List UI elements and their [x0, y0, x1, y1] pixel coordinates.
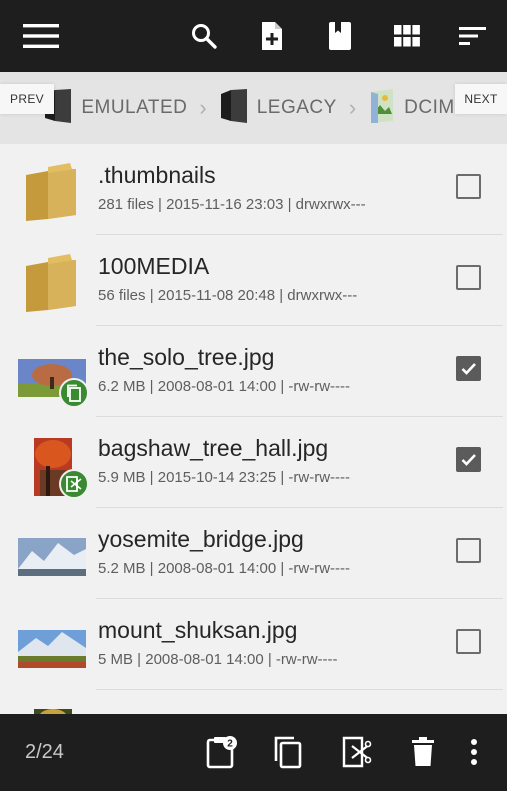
bottom-action-bar: 2/24 2 [0, 714, 507, 791]
list-item[interactable]: yosemite_bridge.jpg 5.2 MB | 2008-08-01 … [0, 508, 507, 599]
cut-icon[interactable] [333, 728, 381, 776]
search-icon[interactable] [180, 12, 228, 60]
breadcrumb-separator: › [348, 95, 357, 120]
select-checkbox[interactable] [456, 356, 481, 381]
file-list[interactable]: .thumbnails 281 files | 2015-11-16 23:03… [0, 144, 507, 714]
new-file-icon[interactable] [248, 12, 296, 60]
file-name: the_solo_tree.jpg [98, 344, 275, 370]
list-item[interactable]: bagshaw_tree_hall.jpg 5.9 MB | 2015-10-1… [0, 417, 507, 508]
folder-icon [18, 248, 88, 318]
file-details: 5.2 MB | 2008-08-01 14:00 | -rw-rw---- [98, 560, 351, 577]
select-checkbox[interactable] [456, 538, 481, 563]
file-details: 56 files | 2015-11-08 20:48 | drwxrwx--- [98, 287, 358, 304]
breadcrumb-item-dcim[interactable]: DCIM [368, 72, 455, 144]
file-name: bagshaw_tree_hall.jpg [98, 435, 329, 461]
list-item[interactable] [0, 690, 507, 714]
file-name: yosemite_bridge.jpg [98, 526, 304, 552]
list-item[interactable]: mount_shuksan.jpg 5 MB | 2008-08-01 14:0… [0, 599, 507, 690]
file-name: mount_shuksan.jpg [98, 617, 298, 643]
image-thumbnail [18, 612, 88, 682]
breadcrumb: › EMULATED › LEGACY › DCIM PREV NEXT [0, 72, 507, 144]
breadcrumb-label: LEGACY [256, 97, 337, 118]
hamburger-menu-icon[interactable] [17, 12, 65, 60]
paste-icon[interactable]: 2 [198, 728, 246, 776]
select-checkbox[interactable] [456, 174, 481, 199]
select-checkbox[interactable] [456, 265, 481, 290]
breadcrumb-separator: › [199, 95, 207, 120]
list-item[interactable]: .thumbnails 281 files | 2015-11-16 23:03… [0, 144, 507, 235]
breadcrumb-item-emulated[interactable]: EMULATED › [43, 72, 218, 144]
cut-icon [59, 469, 89, 499]
breadcrumb-label: EMULATED [81, 97, 188, 118]
sort-icon[interactable] [449, 12, 497, 60]
prev-button[interactable]: PREV [0, 84, 54, 114]
list-item[interactable]: 100MEDIA 56 files | 2015-11-08 20:48 | d… [0, 235, 507, 326]
file-name: 100MEDIA [98, 253, 210, 279]
copy-icon [59, 378, 89, 408]
paste-badge: 2 [227, 739, 233, 750]
delete-icon[interactable] [399, 728, 447, 776]
copy-icon[interactable] [264, 728, 312, 776]
breadcrumb-label: DCIM [404, 97, 455, 118]
file-details: 281 files | 2015-11-16 23:03 | drwxrwx--… [98, 196, 366, 213]
breadcrumb-item-legacy[interactable]: LEGACY › [219, 72, 368, 144]
more-options-icon[interactable] [450, 728, 498, 776]
file-details: 6.2 MB | 2008-08-01 14:00 | -rw-rw---- [98, 378, 351, 395]
folder-icon [18, 157, 88, 227]
select-checkbox[interactable] [456, 447, 481, 472]
file-details: 5 MB | 2008-08-01 14:00 | -rw-rw---- [98, 651, 338, 668]
drive-icon [219, 88, 249, 129]
selection-count: 2/24 [25, 741, 64, 763]
image-thumbnail [18, 521, 88, 591]
top-toolbar [0, 0, 507, 72]
grid-view-icon[interactable] [383, 12, 431, 60]
image-thumbnail [18, 703, 88, 714]
bookmark-icon[interactable] [316, 12, 364, 60]
next-button[interactable]: NEXT [455, 84, 507, 114]
select-checkbox[interactable] [456, 629, 481, 654]
image-folder-icon [368, 88, 396, 129]
list-item[interactable]: the_solo_tree.jpg 6.2 MB | 2008-08-01 14… [0, 326, 507, 417]
file-details: 5.9 MB | 2015-10-14 23:25 | -rw-rw---- [98, 469, 351, 486]
file-name: .thumbnails [98, 162, 216, 188]
